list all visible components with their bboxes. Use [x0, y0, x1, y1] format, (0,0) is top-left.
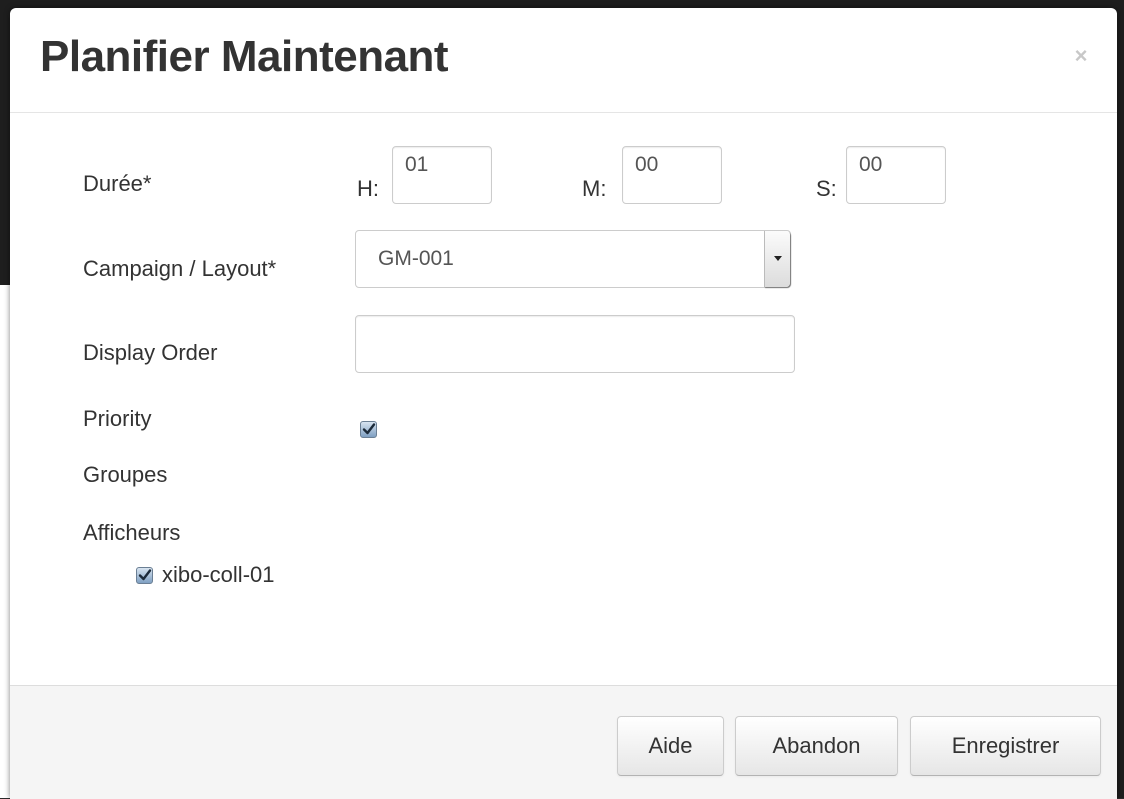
display-item-label: xibo-coll-01	[162, 562, 275, 587]
priority-checkbox[interactable]	[360, 421, 377, 438]
priority-label: Priority	[83, 406, 152, 431]
displays-label: Afficheurs	[83, 520, 181, 545]
dialog-header: Planifier Maintenant ×	[10, 8, 1117, 113]
cancel-button[interactable]: Abandon	[735, 716, 898, 776]
hours-input[interactable]	[392, 146, 492, 204]
minutes-label: M:	[582, 176, 607, 201]
save-button[interactable]: Enregistrer	[910, 716, 1101, 776]
display-checkbox[interactable]	[136, 567, 153, 584]
close-icon: ×	[1074, 43, 1088, 68]
groups-label: Groupes	[83, 462, 168, 487]
duration-label: Durée*	[83, 171, 152, 196]
campaign-layout-select[interactable]: GM-001	[355, 230, 791, 288]
display-list-item[interactable]: xibo-coll-01	[136, 562, 356, 590]
chevron-down-icon[interactable]	[764, 231, 790, 287]
seconds-label: S:	[816, 176, 837, 201]
campaign-layout-selected-value: GM-001	[378, 247, 454, 270]
display-order-input[interactable]	[355, 315, 795, 373]
dialog-title: Planifier Maintenant	[40, 32, 449, 81]
hours-label: H:	[357, 176, 379, 201]
minutes-input[interactable]	[622, 146, 722, 204]
dialog-footer: Aide Abandon Enregistrer	[10, 685, 1117, 799]
close-button[interactable]: ×	[1069, 44, 1093, 68]
checkmark-icon	[138, 569, 152, 581]
checkmark-icon	[362, 423, 376, 435]
display-order-label: Display Order	[83, 340, 218, 365]
help-button[interactable]: Aide	[617, 716, 724, 776]
schedule-now-dialog: Planifier Maintenant × Durée* H: M: S: C…	[10, 8, 1117, 799]
campaign-layout-label: Campaign / Layout*	[83, 256, 277, 281]
seconds-input[interactable]	[846, 146, 946, 204]
